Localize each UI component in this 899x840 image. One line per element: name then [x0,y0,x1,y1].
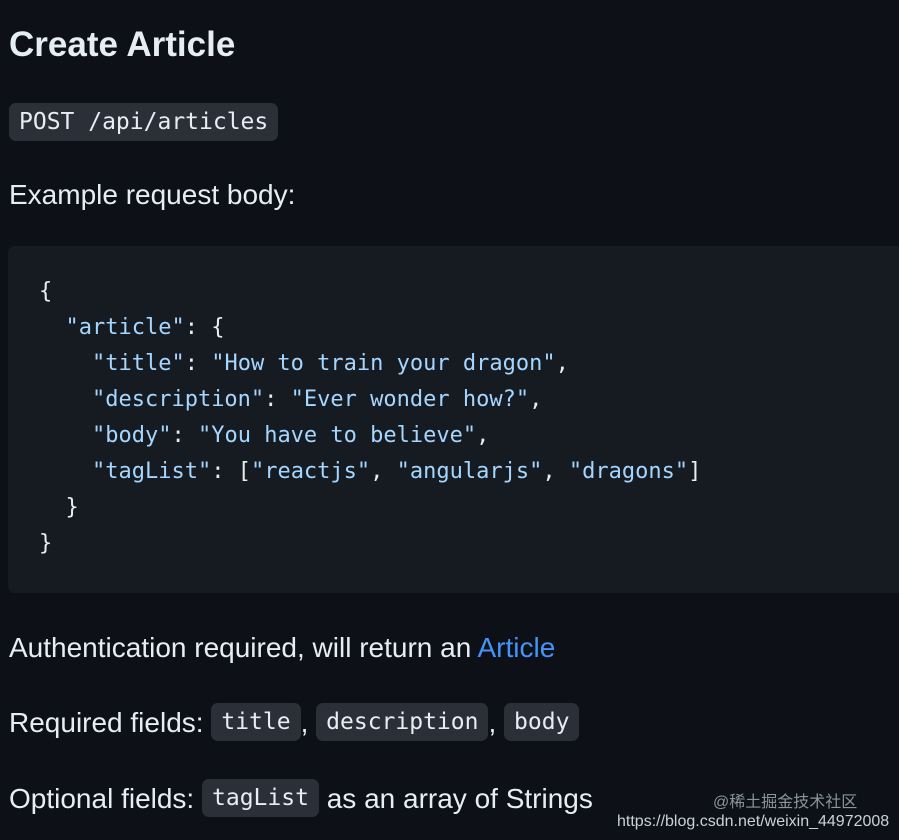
code-line: "body": "You have to believe", [91,423,490,448]
field-separator: , [488,707,505,738]
example-label: Example request body: [9,179,296,210]
code-line: { [39,279,53,304]
code-line: } [39,531,53,556]
code-line: "title": "How to train your dragon", [91,351,569,376]
field-chip-body: body [504,702,580,741]
optional-suffix: as an array of Strings [318,783,593,814]
auth-text: Authentication required, will return an [9,632,478,663]
code-content: { "article": { "title": "How to train yo… [39,274,899,562]
watermark-brand: @稀土掘金技术社区 [713,794,858,811]
article-link[interactable]: Article [478,632,556,663]
page-title: Create Article [9,25,236,64]
optional-fields-paragraph: Optional fields: tagList as an array of … [9,778,593,820]
required-fields-paragraph: Required fields: title, description, bod… [9,702,580,744]
field-separator: , [300,707,317,738]
code-block: { "article": { "title": "How to train yo… [8,246,899,593]
field-chip-description: description [316,702,489,741]
endpoint-code: POST /api/articles [9,103,279,141]
field-chip-taglist: tagList [202,778,319,817]
code-line: } [39,495,79,520]
code-line: "article": { [65,315,225,340]
code-line: "tagList": ["reactjs", "angularjs", "dra… [91,459,702,484]
field-chip-title: title [211,702,301,741]
required-label: Required fields: [9,707,212,738]
watermark-url: https://blog.csdn.net/weixin_44972008 [617,813,890,830]
auth-paragraph: Authentication required, will return an … [9,628,555,668]
optional-label: Optional fields: [9,783,202,814]
code-line: "description": "Ever wonder how?", [91,387,543,412]
